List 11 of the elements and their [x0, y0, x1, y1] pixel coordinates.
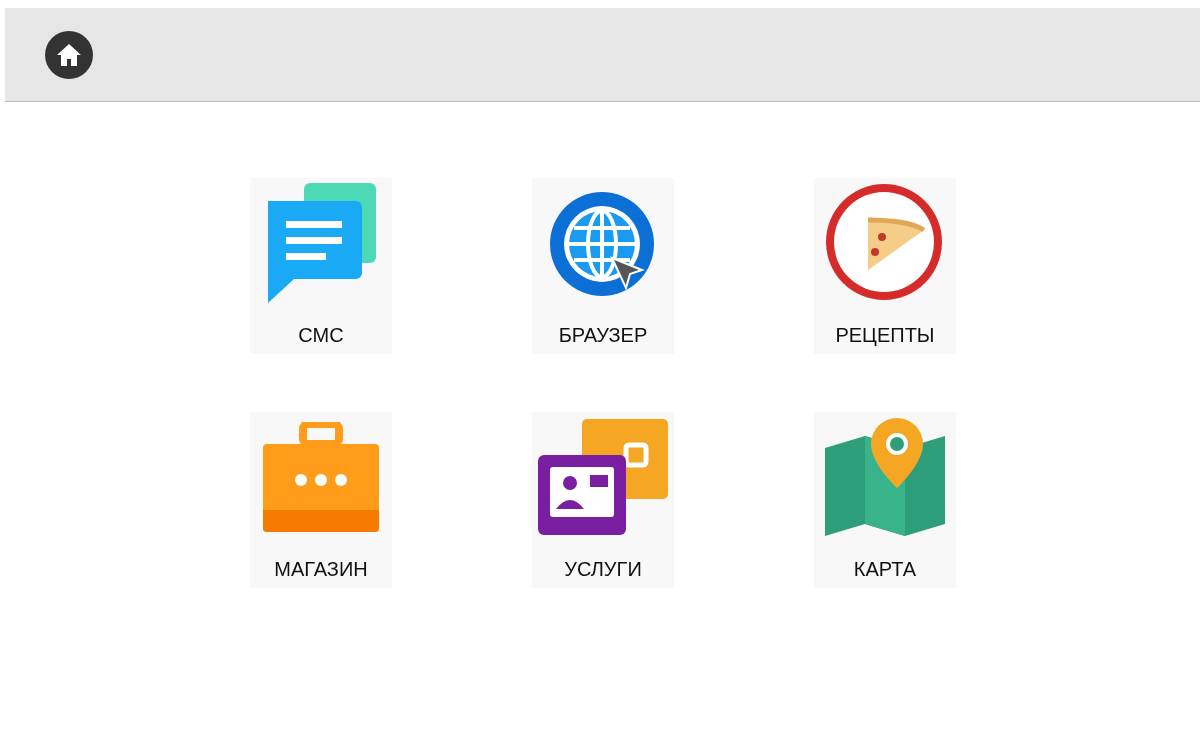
briefcase-icon: [261, 422, 381, 534]
map-pin-icon: [823, 418, 947, 538]
app-tile[interactable]: МАГАЗИН: [250, 412, 392, 588]
app-tile[interactable]: УСЛУГИ: [532, 412, 674, 588]
app-tile[interactable]: СМС: [250, 178, 392, 354]
app-tile[interactable]: КАРТА: [814, 412, 956, 588]
home-button[interactable]: [45, 30, 93, 79]
app-tile[interactable]: БРАУЗЕР: [532, 178, 674, 354]
home-icon: [56, 42, 82, 67]
app-tile[interactable]: РЕЦЕПТЫ: [814, 178, 956, 354]
contact-cards-icon: [536, 419, 670, 537]
